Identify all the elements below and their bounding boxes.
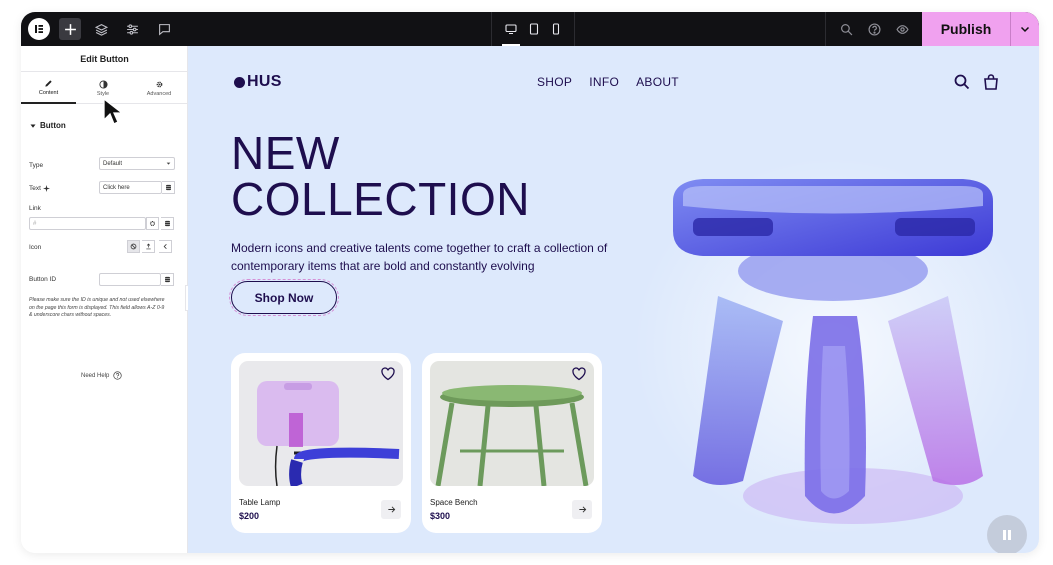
arrow-right-icon [578,506,586,513]
site-logo[interactable]: HUS [234,73,282,91]
product-price: $300 [430,511,451,521]
product-card-space-bench[interactable]: Space Bench $300 [422,353,602,533]
link-label: Link [29,205,41,212]
icon-none-button[interactable] [127,240,140,253]
text-input[interactable]: Click here [99,181,162,194]
button-id-label: Button ID [29,276,57,283]
dynamic-tags-button[interactable] [162,181,175,194]
ai-sparkle-icon [42,185,50,192]
database-icon [164,276,170,283]
add-element-button[interactable] [59,18,81,40]
heart-icon[interactable] [571,366,587,382]
button-id-note: Please make sure the ID is unique and no… [29,297,165,319]
space-bench-image [430,361,594,486]
device-switcher [491,12,575,46]
database-icon [164,220,170,227]
mobile-icon[interactable] [549,22,563,36]
elementor-logo-icon[interactable] [28,18,50,40]
product-price: $200 [239,511,260,521]
icon-upload-button[interactable] [142,240,155,253]
caret-down-icon [30,124,36,128]
chevron-left-icon [163,244,167,249]
ban-icon [130,243,137,250]
product-name: Table Lamp [239,498,281,507]
gear-icon [156,81,162,87]
gear-icon [149,220,156,227]
product-name: Space Bench [430,498,478,507]
desktop-icon[interactable] [504,22,518,36]
editor-top-bar: Publish [21,12,1039,46]
upload-icon [145,243,151,250]
link-options-button[interactable] [146,217,159,230]
settings-sliders-icon[interactable] [121,18,143,40]
help-icon[interactable] [863,18,885,40]
shopping-bag-icon[interactable] [982,73,1000,91]
publish-options-button[interactable] [1010,12,1039,46]
link-dynamic-tags-button[interactable] [161,217,174,230]
pencil-icon [45,79,52,87]
publish-button[interactable]: Publish [922,12,1010,46]
brand-dot [234,76,245,88]
help-icon [113,371,122,380]
section-toggle-button[interactable]: Button [30,121,66,130]
nav-about[interactable]: ABOUT [636,75,679,89]
contrast-icon [98,79,108,89]
link-input[interactable]: # [29,217,146,230]
hero-title: NEW COLLECTION [231,127,530,225]
site-nav: SHOP INFO ABOUT [537,75,679,89]
tablet-icon[interactable] [527,22,541,36]
icon-label: Icon [29,244,42,251]
panel-title: Edit Button [21,46,188,72]
need-help-link[interactable]: Need Help [81,371,122,380]
shop-now-button[interactable]: Shop Now [229,279,339,316]
heart-icon[interactable] [380,366,396,382]
product-card-table-lamp[interactable]: Table Lamp $200 [231,353,411,533]
chevron-down-icon [1020,26,1030,33]
site-preview-canvas: HUS SHOP INFO ABOUT NEW COLLECTION Moder… [188,46,1039,553]
icon-library-button[interactable] [159,240,172,253]
database-icon [165,184,171,191]
product-arrow-button[interactable] [572,500,592,519]
button-id-input[interactable] [99,273,161,286]
search-icon[interactable] [835,18,857,40]
type-label: Type [29,162,44,169]
hero-description: Modern icons and creative talents come t… [231,241,608,273]
table-lamp-image [239,361,403,486]
preview-eye-icon[interactable] [891,18,913,40]
arrow-right-icon [387,506,395,513]
button-id-dynamic-tags-button[interactable] [161,273,174,286]
layers-icon[interactable] [90,18,112,40]
comments-icon[interactable] [153,18,175,40]
text-label: Text [29,185,50,192]
type-select[interactable]: Default [99,157,175,170]
product-arrow-button[interactable] [381,500,401,519]
editor-window: Publish Edit Button Content Style Advanc… [21,12,1039,553]
pause-button[interactable] [987,515,1027,553]
mouse-cursor-icon [103,98,124,125]
tab-advanced[interactable]: Advanced [130,72,188,104]
chevron-down-icon [166,162,171,165]
pause-icon [1003,530,1011,540]
search-icon[interactable] [953,73,971,91]
right-tools [825,12,922,46]
nav-shop[interactable]: SHOP [537,75,572,89]
hero-glass-stool-image [633,156,1033,536]
tab-content[interactable]: Content [21,72,76,104]
nav-info[interactable]: INFO [589,75,619,89]
